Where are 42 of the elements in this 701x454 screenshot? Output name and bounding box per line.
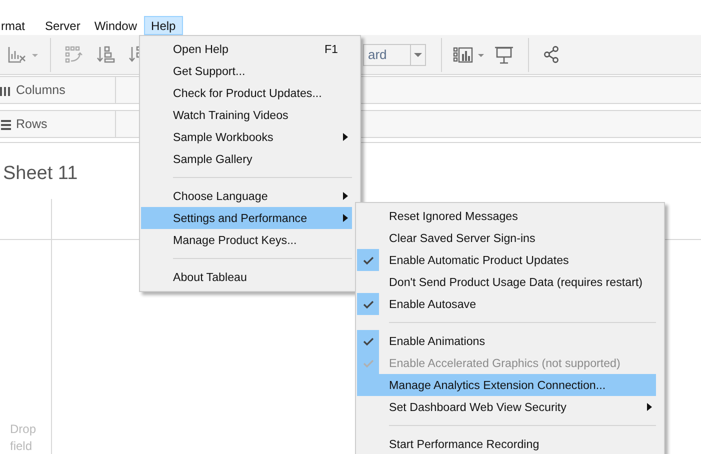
menu-item[interactable]: Reset Ignored Messages <box>357 205 656 227</box>
menu-item[interactable]: Sample Gallery <box>141 148 352 170</box>
menu-item[interactable]: Watch Training Videos <box>141 104 352 126</box>
menu-item[interactable]: Window <box>87 16 144 35</box>
menu-item[interactable]: Help <box>144 16 183 35</box>
menu-item[interactable]: Start Performance Recording <box>357 433 656 454</box>
presentation-icon[interactable] <box>495 46 513 64</box>
clear-sheet-icon[interactable] <box>8 44 40 64</box>
shortcut-label: F1 <box>324 42 338 56</box>
view-dropdown[interactable]: ard <box>363 44 426 66</box>
submenu-arrow-icon <box>343 214 348 222</box>
submenu-arrow-icon <box>343 133 348 141</box>
menu-item[interactable]: Check for Product Updates... <box>141 82 352 104</box>
menu-item[interactable]: Enable Automatic Product Updates <box>357 249 656 271</box>
submenu-arrow-icon <box>647 403 652 411</box>
drop-hint: Drop field <box>10 421 38 454</box>
columns-icon <box>0 84 11 96</box>
menu-item[interactable]: Enable Animations <box>357 330 656 352</box>
menu-item[interactable]: Sample Workbooks <box>141 126 352 148</box>
menu-item[interactable]: Don't Send Product Usage Data (requires restart) <box>357 271 656 293</box>
caret-icon <box>414 52 422 56</box>
menu-item[interactable]: Set Dashboard Web View Security <box>357 396 656 418</box>
menu-item[interactable]: Clear Saved Server Sign-ins <box>357 227 656 249</box>
menu-item[interactable]: About Tableau <box>141 266 352 288</box>
sort-ascending-icon[interactable] <box>97 44 115 64</box>
menu-item[interactable]: Enable Autosave <box>357 293 656 315</box>
menu-item[interactable]: Get Support... <box>141 60 352 82</box>
shelf-label: Rows <box>16 117 48 131</box>
menu-item[interactable]: Manage Product Keys... <box>141 229 352 251</box>
menu-item[interactable]: Manage Analytics Extension Connection... <box>357 374 656 396</box>
menu-item[interactable]: Server <box>38 16 88 35</box>
show-me-icon[interactable] <box>453 46 485 62</box>
rows-icon <box>0 118 11 130</box>
swap-icon[interactable] <box>65 44 83 64</box>
submenu-arrow-icon <box>343 192 348 200</box>
share-icon[interactable] <box>544 46 559 63</box>
menu-item[interactable]: rmat <box>0 16 32 35</box>
shelf-label: Columns <box>16 83 66 97</box>
menu-item[interactable]: Choose Language <box>141 185 352 207</box>
menu-item[interactable]: Open Help F1 <box>141 38 352 60</box>
sheet-title: Sheet 11 <box>3 163 79 185</box>
menu-item[interactable]: Settings and Performance <box>141 207 352 229</box>
